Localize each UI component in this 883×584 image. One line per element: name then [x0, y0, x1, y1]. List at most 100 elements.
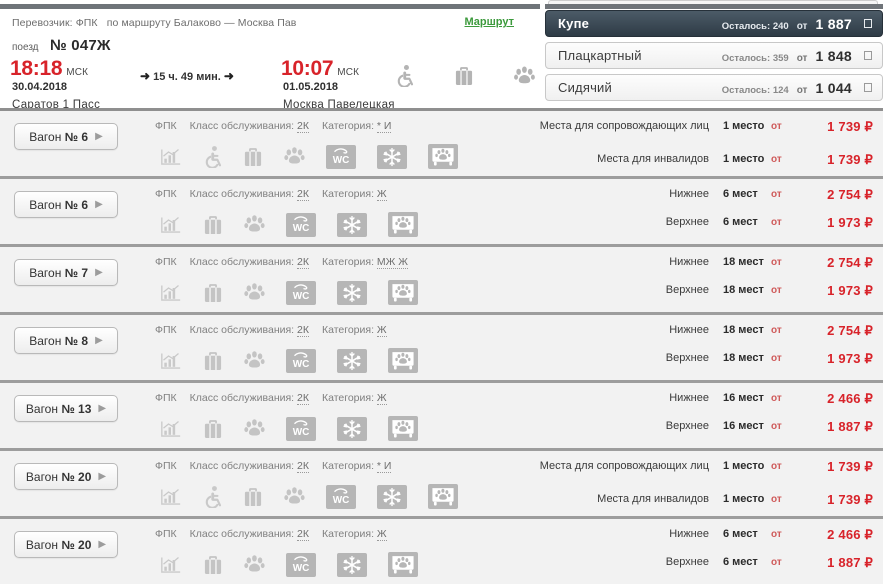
train-label: поезд [12, 42, 39, 53]
seat-type-label: Нижнее [669, 188, 709, 200]
seat-price-row[interactable]: Места для инвалидов 1 место от 1 739 ₽ [473, 152, 873, 169]
wagon-service-class-value[interactable]: 2К [297, 392, 309, 405]
pet-carrier-icon [388, 416, 418, 441]
ruble-symbol-icon-kupe [864, 18, 872, 28]
seat-from-label: от [771, 189, 782, 200]
svg-text:WC: WC [333, 495, 350, 506]
seat-price-row[interactable]: Верхнее 16 мест от 1 887 ₽ [473, 419, 873, 436]
wagon-select-button[interactable]: Вагон № 13 ▶ [14, 395, 118, 422]
wagon-select-button[interactable]: Вагон № 20 ▶ [14, 531, 118, 558]
wagon-button-label: Вагон № 6 [29, 197, 89, 212]
seat-from-label: от [771, 353, 782, 364]
svg-text:WC: WC [333, 155, 350, 166]
wc-icon: WC [326, 144, 356, 169]
wagon-row: Вагон № 6 ▶ ФПК Класс обслуживания: 2К Катег… [0, 108, 883, 176]
air-conditioning-icon [337, 212, 367, 237]
wagon-select-button[interactable]: Вагон № 6 ▶ [14, 123, 118, 150]
wagon-seat-price-table: Нижнее 18 мест от 2 754 ₽ Верхнее 18 мест от 1 … [473, 255, 873, 311]
chevron-right-icon: ▶ [98, 538, 107, 550]
seat-from-label: от [771, 421, 782, 432]
class-from-label-sidyachiy: от [796, 84, 808, 96]
wagon-button-label: Вагон № 20 [25, 469, 92, 484]
wagon-service-class-value[interactable]: 2К [297, 256, 309, 269]
seat-price-row[interactable]: Места для сопровождающих лиц 1 место от 1 7… [473, 119, 873, 149]
seat-count: 6 мест [723, 188, 758, 200]
seat-type-label: Нижнее [669, 392, 709, 404]
svg-text:WC: WC [293, 223, 310, 234]
departure-time: 18:18 [10, 57, 63, 80]
air-conditioning-icon [337, 416, 367, 441]
wagon-service-class-value[interactable]: 2К [297, 188, 309, 201]
wagon-category: Категория: Ж [321, 188, 387, 201]
wc-icon: WC [286, 552, 316, 577]
wagon-category-value[interactable]: Ж [376, 324, 387, 337]
wagon-amenity-icons: WC [160, 348, 418, 373]
class-selector: Купе Осталось: 240 от 1 887 Плацкартный … [545, 10, 883, 106]
chevron-right-icon: ▶ [95, 130, 103, 142]
seat-price-row[interactable]: Нижнее 18 мест от 2 754 ₽ [473, 323, 873, 340]
class-tab-kupe[interactable]: Купе Осталось: 240 от 1 887 [545, 10, 883, 37]
arrow-right-icon-2: ➜ [223, 69, 234, 83]
seat-count: 6 мест [723, 528, 758, 540]
wagon-meta-line: ФПК Класс обслуживания: 2К Категория: Ж [155, 392, 400, 405]
seat-price-row[interactable]: Нижнее 18 мест от 2 754 ₽ [473, 255, 873, 272]
seat-price-row[interactable]: Нижнее 16 мест от 2 466 ₽ [473, 391, 873, 408]
wagon-select-button[interactable]: Вагон № 20 ▶ [14, 463, 118, 490]
wagon-select-button[interactable]: Вагон № 7 ▶ [14, 259, 118, 286]
pet-carrier-icon [388, 280, 418, 305]
seat-price-row[interactable]: Места для инвалидов 1 место от 1 739 ₽ [473, 492, 873, 509]
class-tab-platzkart[interactable]: Плацкартный Осталось: 359 от 1 848 [545, 42, 883, 69]
seat-price: 2 754 ₽ [827, 187, 873, 202]
wagon-category-value[interactable]: МЖ Ж [376, 256, 408, 269]
class-tab-sidyachiy[interactable]: Сидячий Осталось: 124 от 1 044 [545, 74, 883, 101]
pet-paw-icon [514, 66, 535, 86]
air-conditioning-icon [337, 348, 367, 373]
carrier-prefix-label: Перевозчик: [12, 17, 73, 29]
luggage-icon [243, 486, 263, 508]
signal-icon [160, 215, 182, 235]
seat-price-row[interactable]: Нижнее 6 мест от 2 466 ₽ [473, 527, 873, 544]
class-from-label-kupe: от [796, 20, 808, 32]
wc-icon: WC [286, 212, 316, 237]
class-price-platzkart: 1 848 [815, 47, 852, 64]
route-link[interactable]: Маршрут [464, 16, 514, 28]
wagon-seat-price-table: Места для сопровождающих лиц 1 место от 1 7… [473, 119, 873, 180]
class-seats-left-sidyachiy: Осталось: 124 [721, 84, 789, 96]
seat-price-row[interactable]: Верхнее 18 мест от 1 973 ₽ [473, 351, 873, 368]
seat-price-row[interactable]: Верхнее 18 мест от 1 973 ₽ [473, 283, 873, 300]
class-name-platzkart: Плацкартный [558, 48, 642, 63]
seat-price-row[interactable]: Нижнее 6 мест от 2 754 ₽ [473, 187, 873, 204]
wagon-service-class: Класс обслуживания: 2К [189, 188, 309, 201]
wagon-category: Категория: * И [321, 120, 392, 133]
wagon-service-class-value[interactable]: 2К [297, 120, 309, 133]
seat-price-row[interactable]: Места для сопровождающих лиц 1 место от 1 7… [473, 459, 873, 489]
wagon-service-class: Класс обслуживания: 2К [189, 528, 309, 541]
wagon-category-value[interactable]: Ж [376, 528, 387, 541]
wagon-row: Вагон № 8 ▶ ФПК Класс обслуживания: 2К Катег… [0, 312, 883, 380]
wagon-service-class-value[interactable]: 2К [297, 460, 309, 473]
wagon-category-value[interactable]: Ж [376, 188, 387, 201]
wagon-select-button[interactable]: Вагон № 6 ▶ [14, 191, 118, 218]
wagon-category-value[interactable]: * И [376, 120, 392, 133]
wagon-service-class-value[interactable]: 2К [297, 528, 309, 541]
ruble-symbol-icon-sidyachiy [864, 82, 872, 92]
wagon-service-class-value[interactable]: 2К [297, 324, 309, 337]
wagon-category-value[interactable]: Ж [376, 392, 387, 405]
wc-icon: WC [326, 484, 356, 509]
wagon-category-value[interactable]: * И [376, 460, 392, 473]
wagon-amenity-icons: WC [160, 212, 418, 237]
pet-carrier-icon [388, 552, 418, 577]
svg-text:WC: WC [293, 291, 310, 302]
wagon-select-button[interactable]: Вагон № 8 ▶ [14, 327, 118, 354]
wagon-carrier: ФПК [155, 324, 177, 336]
seat-count: 16 мест [723, 392, 764, 404]
wagon-category: Категория: МЖ Ж [321, 256, 408, 269]
seat-price-row[interactable]: Верхнее 6 мест от 1 887 ₽ [473, 555, 873, 572]
seat-price: 1 739 ₽ [827, 119, 873, 134]
wagon-category: Категория: Ж [321, 324, 387, 337]
luggage-icon [203, 214, 223, 236]
seat-count: 18 мест [723, 324, 764, 336]
seat-price-row[interactable]: Верхнее 6 мест от 1 973 ₽ [473, 215, 873, 232]
wagon-row: Вагон № 20 ▶ ФПК Класс обслуживания: 2К Кате… [0, 516, 883, 584]
pet-paw-icon [284, 147, 305, 166]
